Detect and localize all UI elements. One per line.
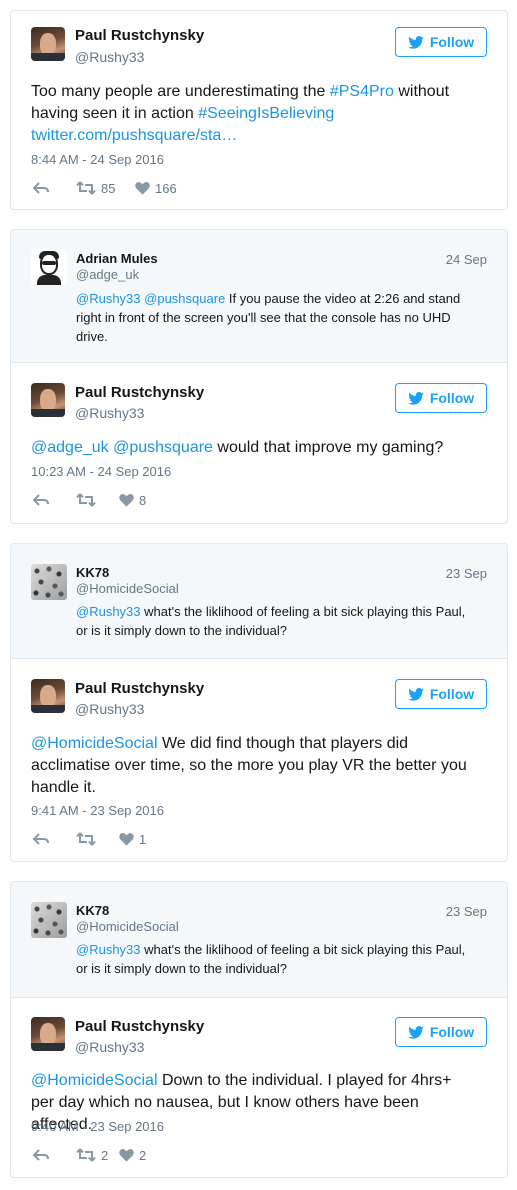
timestamp[interactable]: 9:41 AM - 23 Sep 2016 <box>31 803 164 818</box>
tweet-card-3: KK78 @HomicideSocial 23 Sep @Rushy33 wha… <box>10 543 508 862</box>
reply-icon <box>33 494 49 506</box>
quoted-tweet[interactable]: KK78 @HomicideSocial 23 Sep @Rushy33 wha… <box>11 882 507 998</box>
follow-button[interactable]: Follow <box>395 27 487 57</box>
tweet-date[interactable]: 24 Sep <box>446 252 487 267</box>
reply-icon <box>33 1149 49 1161</box>
author-name[interactable]: Paul Rustchynsky <box>75 27 204 44</box>
follow-button[interactable]: Follow <box>395 383 487 413</box>
like-button[interactable]: 8 <box>119 491 146 509</box>
mention-link[interactable]: @HomicideSocial <box>31 1072 158 1089</box>
reply-button[interactable] <box>33 1146 49 1164</box>
timestamp[interactable]: 8:44 AM - 24 Sep 2016 <box>31 152 164 167</box>
reply-tweet: Paul Rustchynsky @Rushy33 Follow @adge_u… <box>11 363 507 523</box>
reply-icon <box>33 833 49 845</box>
twitter-bird-icon <box>408 35 424 49</box>
reply-button[interactable] <box>33 491 49 509</box>
quoted-tweet[interactable]: KK78 @HomicideSocial 23 Sep @Rushy33 wha… <box>11 544 507 659</box>
author-name[interactable]: Paul Rustchynsky <box>75 1018 204 1035</box>
reply-button[interactable] <box>33 179 49 197</box>
retweet-icon <box>76 181 96 195</box>
avatar[interactable] <box>31 27 65 61</box>
author-name[interactable]: KK78 <box>76 903 109 918</box>
reply-tweet: Paul Rustchynsky @Rushy33 Follow @Homici… <box>11 659 507 861</box>
avatar[interactable] <box>31 679 65 713</box>
like-count: 1 <box>139 831 147 847</box>
tweet-date[interactable]: 23 Sep <box>446 904 487 919</box>
author-name[interactable]: Paul Rustchynsky <box>75 384 204 401</box>
mention-link[interactable]: @Rushy33 <box>76 291 141 306</box>
mention-link[interactable]: @Rushy33 <box>76 604 141 619</box>
author-name[interactable]: Adrian Mules <box>76 251 158 266</box>
retweet-icon <box>76 832 96 846</box>
heart-icon <box>119 493 134 507</box>
like-count: 166 <box>155 180 177 196</box>
author-handle[interactable]: @HomicideSocial <box>76 581 179 596</box>
follow-label: Follow <box>429 686 475 702</box>
follow-label: Follow <box>429 390 475 406</box>
retweet-count: 2 <box>101 1147 109 1163</box>
author-handle[interactable]: @Rushy33 <box>75 405 144 421</box>
twitter-bird-icon <box>408 1025 424 1039</box>
author-handle[interactable]: @HomicideSocial <box>76 919 179 934</box>
mention-link[interactable]: @adge_uk <box>31 439 109 456</box>
timestamp[interactable]: 9:40 AM - 23 Sep 2016 <box>31 1119 164 1134</box>
tweet-text: Too many people are underestimating the … <box>31 83 450 144</box>
author-handle[interactable]: @Rushy33 <box>75 1039 144 1055</box>
author-handle[interactable]: @Rushy33 <box>75 701 144 717</box>
follow-label: Follow <box>429 34 475 50</box>
retweet-count: 85 <box>101 180 116 196</box>
quoted-tweet[interactable]: Adrian Mules @adge_uk 24 Sep @Rushy33 @p… <box>11 230 507 363</box>
retweet-button[interactable]: 2 <box>76 1146 108 1164</box>
twitter-bird-icon <box>408 687 424 701</box>
timestamp[interactable]: 10:23 AM - 24 Sep 2016 <box>31 464 171 479</box>
hashtag-link[interactable]: #SeeingIsBelieving <box>198 105 334 122</box>
mention-link[interactable]: @Rushy33 <box>76 942 141 957</box>
retweet-icon <box>76 493 96 507</box>
quoted-text: @Rushy33 @pushsquare If you pause the vi… <box>76 291 461 344</box>
follow-button[interactable]: Follow <box>395 1017 487 1047</box>
hashtag-link[interactable]: #PS4Pro <box>330 83 394 100</box>
mention-link[interactable]: @pushsquare <box>144 291 225 306</box>
heart-icon <box>135 181 150 195</box>
reply-tweet: Paul Rustchynsky @Rushy33 Follow @Homici… <box>11 998 507 1177</box>
reply-icon <box>33 182 49 194</box>
tweet-text: @adge_uk @pushsquare would that improve … <box>31 439 444 456</box>
like-button[interactable]: 166 <box>135 179 177 197</box>
retweet-button[interactable] <box>76 830 96 848</box>
url-link[interactable]: twitter.com/pushsquare/sta… <box>31 127 237 144</box>
tweet-text: @HomicideSocial We did find though that … <box>31 735 467 796</box>
tweet-card-4: KK78 @HomicideSocial 23 Sep @Rushy33 wha… <box>10 881 508 1178</box>
like-button[interactable]: 1 <box>119 830 146 848</box>
retweet-button[interactable] <box>76 491 96 509</box>
avatar[interactable] <box>31 564 67 600</box>
avatar[interactable] <box>31 1017 65 1051</box>
author-name[interactable]: KK78 <box>76 565 109 580</box>
avatar[interactable] <box>31 249 67 285</box>
mention-link[interactable]: @pushsquare <box>113 439 213 456</box>
like-count: 2 <box>139 1147 147 1163</box>
quoted-text: @Rushy33 what's the liklihood of feeling… <box>76 942 466 976</box>
tweet-card-2: Adrian Mules @adge_uk 24 Sep @Rushy33 @p… <box>10 229 508 524</box>
like-count: 8 <box>139 492 147 508</box>
follow-button[interactable]: Follow <box>395 679 487 709</box>
avatar[interactable] <box>31 902 67 938</box>
tweet-date[interactable]: 23 Sep <box>446 566 487 581</box>
avatar[interactable] <box>31 383 65 417</box>
retweet-button[interactable]: 85 <box>76 179 115 197</box>
heart-icon <box>119 832 134 846</box>
retweet-icon <box>76 1148 96 1162</box>
reply-button[interactable] <box>33 830 49 848</box>
like-button[interactable]: 2 <box>119 1146 146 1164</box>
author-handle[interactable]: @Rushy33 <box>75 49 144 65</box>
follow-label: Follow <box>429 1024 475 1040</box>
mention-link[interactable]: @HomicideSocial <box>31 735 158 752</box>
author-handle[interactable]: @adge_uk <box>76 267 139 282</box>
author-name[interactable]: Paul Rustchynsky <box>75 680 204 697</box>
tweet-card-1: Paul Rustchynsky @Rushy33 Follow Too man… <box>10 10 508 210</box>
quoted-text: @Rushy33 what's the liklihood of feeling… <box>76 604 466 638</box>
twitter-bird-icon <box>408 391 424 405</box>
heart-icon <box>119 1148 134 1162</box>
